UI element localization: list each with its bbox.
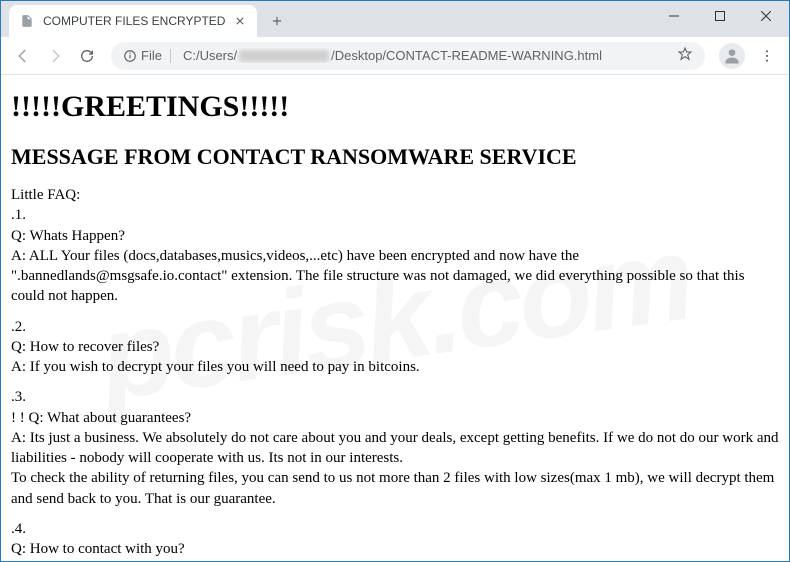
menu-button[interactable] xyxy=(753,42,781,70)
url-text: C:/Users/ /Desktop/CONTACT-README-WARNIN… xyxy=(183,48,669,63)
faq-4-a: A: You can write us to our mailbox: bann… xyxy=(11,559,779,561)
tab-close-icon[interactable] xyxy=(233,14,247,28)
back-button[interactable] xyxy=(9,42,37,70)
scheme-label: File xyxy=(141,48,162,63)
window-controls xyxy=(651,1,789,31)
message-heading: MESSAGE FROM CONTACT RANSOMWARE SERVICE xyxy=(11,142,779,172)
maximize-button[interactable] xyxy=(697,1,743,31)
url-prefix: C:/Users/ xyxy=(183,48,237,63)
faq-1-a: A: ALL Your files (docs,databases,musics… xyxy=(11,246,779,307)
faq-3-a: A: Its just a business. We absolutely do… xyxy=(11,428,779,469)
file-scheme-chip: File xyxy=(123,48,175,63)
faq-4-q: Q: How to contact with you? xyxy=(11,539,779,559)
faq-4-num: .4. xyxy=(11,519,779,539)
greeting-heading: !!!!!GREETINGS!!!!! xyxy=(11,87,779,128)
toolbar: File C:/Users/ /Desktop/CONTACT-README-W… xyxy=(1,37,789,75)
tab-title: COMPUTER FILES ENCRYPTED xyxy=(43,14,225,28)
bookmark-star-icon[interactable] xyxy=(677,46,693,65)
faq-intro: Little FAQ: xyxy=(11,185,779,205)
kebab-icon xyxy=(759,48,775,64)
url-suffix: /Desktop/CONTACT-README-WARNING.html xyxy=(331,48,602,63)
profile-avatar[interactable] xyxy=(719,43,745,69)
faq-2-a: A: If you wish to decrypt your files you… xyxy=(11,357,779,377)
minimize-button[interactable] xyxy=(651,1,697,31)
forward-button[interactable] xyxy=(41,42,69,70)
new-tab-button[interactable] xyxy=(263,7,291,35)
faq-3-q: ! ! Q: What about guarantees? xyxy=(11,408,779,428)
tab-strip: COMPUTER FILES ENCRYPTED xyxy=(1,1,789,37)
page-content: pcrisk.com !!!!!GREETINGS!!!!! MESSAGE F… xyxy=(1,75,789,561)
separator xyxy=(170,49,171,63)
file-icon xyxy=(19,13,35,29)
browser-window: COMPUTER FILES ENCRYPTED xyxy=(0,0,790,562)
faq-3-num: .3. xyxy=(11,387,779,407)
reload-button[interactable] xyxy=(73,42,101,70)
faq-3-a2: To check the ability of returning files,… xyxy=(11,468,779,509)
info-icon xyxy=(123,49,137,63)
faq-2-num: .2. xyxy=(11,317,779,337)
browser-tab[interactable]: COMPUTER FILES ENCRYPTED xyxy=(9,5,257,37)
person-icon xyxy=(722,46,742,66)
url-redacted xyxy=(239,50,329,62)
faq-1-q: Q: Whats Happen? xyxy=(11,226,779,246)
faq-1-num: .1. xyxy=(11,205,779,225)
close-window-button[interactable] xyxy=(743,1,789,31)
faq-2-q: Q: How to recover files? xyxy=(11,337,779,357)
address-bar[interactable]: File C:/Users/ /Desktop/CONTACT-README-W… xyxy=(111,42,705,70)
